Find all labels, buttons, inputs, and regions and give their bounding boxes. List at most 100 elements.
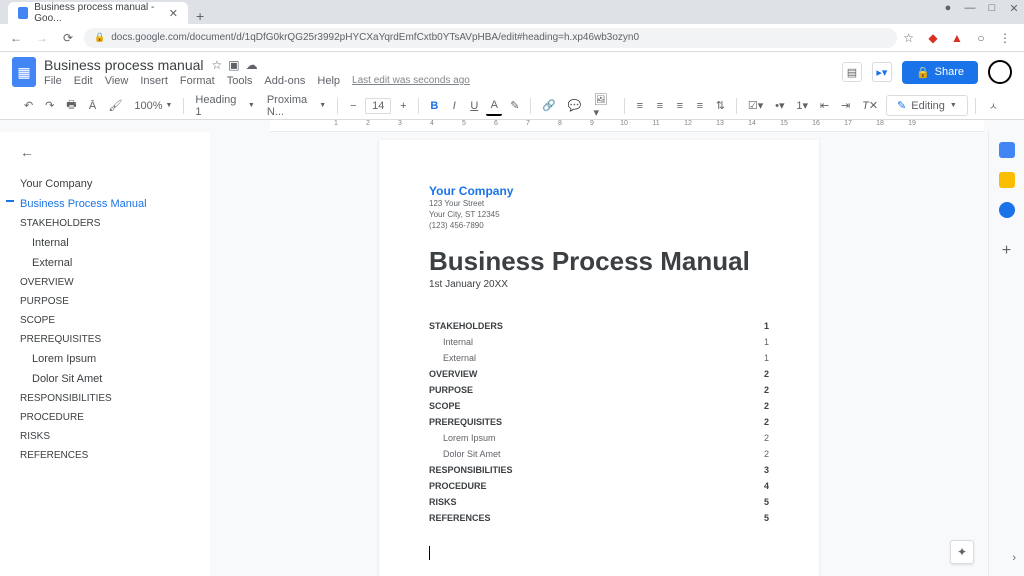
new-tab-button[interactable]: +	[188, 8, 212, 24]
align-justify-button[interactable]: ≡	[692, 97, 708, 115]
browser-tab[interactable]: Business process manual - Goo... ✕	[8, 2, 188, 24]
decrease-font-button[interactable]: −	[345, 97, 361, 115]
font-size[interactable]: 14	[365, 98, 391, 114]
highlight-button[interactable]: ✎	[506, 96, 523, 115]
toc-row[interactable]: RISKS5	[429, 494, 769, 510]
menu-help[interactable]: Help	[317, 75, 340, 87]
ext-icon[interactable]: ○	[974, 31, 988, 45]
outline-item[interactable]: Your Company	[20, 174, 202, 194]
ext-icon[interactable]: ▲	[950, 31, 964, 45]
link-button[interactable]: 🔗	[538, 96, 560, 115]
outline-item[interactable]: Internal	[20, 233, 202, 253]
menu-format[interactable]: Format	[180, 75, 215, 87]
menu-edit[interactable]: Edit	[74, 75, 93, 87]
redo-button[interactable]: ↷	[41, 96, 58, 115]
outline-item[interactable]: Business Process Manual	[20, 194, 202, 214]
back-button[interactable]: ←	[6, 28, 26, 48]
toc-row[interactable]: PREREQUISITES2	[429, 414, 769, 430]
increase-font-button[interactable]: +	[395, 97, 411, 115]
url-field[interactable]: 🔒 docs.google.com/document/d/1qDfG0krQG2…	[84, 28, 897, 48]
underline-button[interactable]: U	[466, 97, 482, 115]
outline-back-button[interactable]: ←	[20, 144, 202, 160]
maximize-icon[interactable]: □	[986, 2, 998, 14]
star-icon[interactable]: ☆	[212, 58, 223, 72]
menu-file[interactable]: File	[44, 75, 62, 87]
numbered-list-button[interactable]: 1▾	[792, 96, 812, 115]
document-title[interactable]: Business process manual	[44, 57, 204, 73]
menu-view[interactable]: View	[105, 75, 129, 87]
outline-item[interactable]: SCOPE	[20, 311, 202, 330]
hide-menus-button[interactable]: ㅅ	[983, 95, 1004, 116]
star-icon[interactable]: ☆	[903, 31, 914, 45]
present-icon[interactable]: ▸▾	[872, 62, 892, 82]
menu-tools[interactable]: Tools	[227, 75, 253, 87]
toc-row[interactable]: Dolor Sit Amet2	[429, 446, 769, 462]
table-of-contents[interactable]: STAKEHOLDERS1Internal1External1OVERVIEW2…	[429, 318, 769, 526]
clear-format-button[interactable]: T✕	[858, 96, 882, 115]
align-left-button[interactable]: ≡	[632, 97, 648, 115]
increase-indent-button[interactable]: ⇥	[837, 96, 854, 115]
reload-button[interactable]: ⟳	[58, 28, 78, 48]
align-right-button[interactable]: ≡	[672, 97, 688, 115]
toc-row[interactable]: PURPOSE2	[429, 382, 769, 398]
outline-item[interactable]: STAKEHOLDERS	[20, 214, 202, 233]
zoom-select[interactable]: 100%▼	[130, 98, 176, 114]
image-button[interactable]: 🖼▾	[590, 90, 617, 122]
bold-button[interactable]: B	[426, 97, 442, 115]
docs-logo[interactable]: ▦	[12, 57, 36, 87]
outline-item[interactable]: REFERENCES	[20, 446, 202, 465]
outline-item[interactable]: PURPOSE	[20, 292, 202, 311]
toc-row[interactable]: PROCEDURE4	[429, 478, 769, 494]
print-button[interactable]: 🖶	[62, 93, 80, 118]
toc-row[interactable]: Lorem Ipsum2	[429, 430, 769, 446]
share-button[interactable]: 🔒 Share	[902, 61, 978, 84]
document-canvas[interactable]: Your Company 123 Your Street Your City, …	[210, 132, 988, 576]
calendar-icon[interactable]	[999, 142, 1015, 158]
last-edit-text[interactable]: Last edit was seconds ago	[352, 75, 470, 87]
document-heading[interactable]: Business Process Manual	[429, 246, 769, 277]
outline-item[interactable]: RISKS	[20, 427, 202, 446]
menu-addons[interactable]: Add-ons	[264, 75, 305, 87]
account-avatar[interactable]	[988, 60, 1012, 84]
undo-button[interactable]: ↶	[20, 96, 37, 115]
toc-row[interactable]: REFERENCES5	[429, 510, 769, 526]
outline-item[interactable]: PROCEDURE	[20, 408, 202, 427]
toc-row[interactable]: SCOPE2	[429, 398, 769, 414]
explore-button[interactable]: ✦	[950, 540, 974, 564]
checklist-button[interactable]: ☑▾	[744, 96, 767, 115]
close-icon[interactable]: ✕	[169, 7, 178, 20]
toc-row[interactable]: External1	[429, 350, 769, 366]
comments-icon[interactable]: ▤	[842, 62, 862, 82]
tasks-icon[interactable]	[999, 202, 1015, 218]
menu-icon[interactable]: ⋮	[998, 31, 1012, 45]
font-select[interactable]: Proxima N...▼	[263, 92, 330, 120]
document-page[interactable]: Your Company 123 Your Street Your City, …	[379, 140, 819, 576]
spellcheck-button[interactable]: Ā	[85, 97, 101, 115]
company-name[interactable]: Your Company	[429, 184, 769, 198]
paint-format-button[interactable]: 🖌	[105, 96, 127, 115]
toc-row[interactable]: STAKEHOLDERS1	[429, 318, 769, 334]
editing-mode-button[interactable]: ✎ Editing ▼	[886, 95, 968, 116]
close-window-icon[interactable]: ✕	[1008, 2, 1020, 14]
hide-side-panel-button[interactable]: ›	[1012, 552, 1016, 564]
toc-row[interactable]: OVERVIEW2	[429, 366, 769, 382]
decrease-indent-button[interactable]: ⇤	[816, 96, 833, 115]
outline-item[interactable]: External	[20, 253, 202, 273]
outline-item[interactable]: OVERVIEW	[20, 273, 202, 292]
line-spacing-button[interactable]: ⇅	[712, 96, 729, 115]
company-address-1[interactable]: 123 Your Street	[429, 198, 769, 209]
cloud-icon[interactable]: ☁	[246, 58, 258, 72]
bulleted-list-button[interactable]: •▾	[771, 96, 788, 115]
comment-button[interactable]: 💬	[564, 96, 586, 115]
toc-row[interactable]: RESPONSIBILITIES3	[429, 462, 769, 478]
forward-button[interactable]: →	[32, 28, 52, 48]
ext-icon[interactable]: ◆	[926, 31, 940, 45]
outline-item[interactable]: Dolor Sit Amet	[20, 369, 202, 389]
align-center-button[interactable]: ≡	[652, 97, 668, 115]
minimize-icon[interactable]: —	[964, 2, 976, 14]
outline-item[interactable]: PREREQUISITES	[20, 330, 202, 349]
add-addon-button[interactable]: +	[1002, 242, 1011, 260]
outline-item[interactable]: Lorem Ipsum	[20, 349, 202, 369]
outline-item[interactable]: RESPONSIBILITIES	[20, 389, 202, 408]
company-phone[interactable]: (123) 456-7890	[429, 220, 769, 231]
